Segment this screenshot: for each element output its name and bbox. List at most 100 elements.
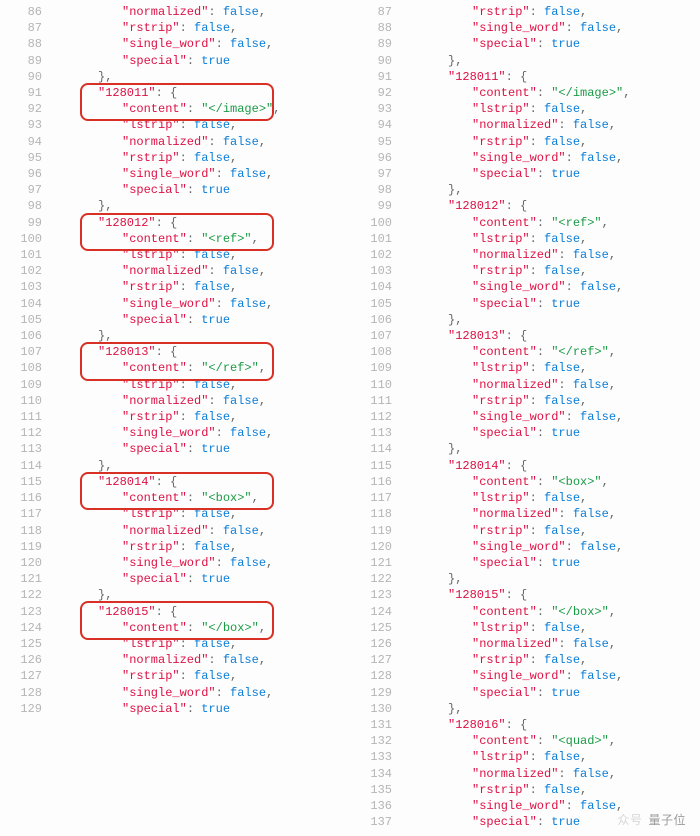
code-line: 119"rstrip": false, — [350, 523, 700, 539]
code-content: "single_word": false, — [402, 409, 623, 425]
code-line: 116"content": "<box>", — [350, 474, 700, 490]
code-line: 94"normalized": false, — [350, 117, 700, 133]
code-line: 129"special": true — [350, 685, 700, 701]
code-line: 87"rstrip": false, — [350, 4, 700, 20]
line-number: 108 — [350, 344, 402, 360]
code-content: "content": "</ref>", — [402, 344, 616, 360]
code-content: "rstrip": false, — [402, 134, 587, 150]
line-number: 106 — [0, 328, 52, 344]
line-number: 118 — [0, 523, 52, 539]
code-line: 91"128011": { — [0, 85, 350, 101]
code-content: }, — [52, 198, 112, 214]
code-content: "128014": { — [52, 474, 177, 490]
code-line: 120"single_word": false, — [0, 555, 350, 571]
code-content: "rstrip": false, — [52, 409, 237, 425]
code-line: 122}, — [0, 587, 350, 603]
code-line: 97"special": true — [0, 182, 350, 198]
code-line: 113"special": true — [350, 425, 700, 441]
code-line: 99"128012": { — [350, 198, 700, 214]
line-number: 115 — [0, 474, 52, 490]
code-content: }, — [402, 441, 462, 457]
code-content: "normalized": false, — [402, 506, 616, 522]
code-line: 135"rstrip": false, — [350, 782, 700, 798]
line-number: 128 — [0, 685, 52, 701]
code-line: 117"lstrip": false, — [0, 506, 350, 522]
code-line: 111"rstrip": false, — [350, 393, 700, 409]
line-number: 104 — [0, 296, 52, 312]
line-number: 117 — [0, 506, 52, 522]
line-number: 120 — [350, 539, 402, 555]
line-number: 109 — [350, 360, 402, 376]
watermark-name: 量子位 — [648, 812, 686, 828]
code-line: 128"single_word": false, — [0, 685, 350, 701]
code-line: 102"normalized": false, — [0, 263, 350, 279]
code-line: 117"lstrip": false, — [350, 490, 700, 506]
line-number: 124 — [0, 620, 52, 636]
code-line: 96"single_word": false, — [350, 150, 700, 166]
line-number: 96 — [0, 166, 52, 182]
code-content: "special": true — [402, 296, 580, 312]
code-content: "special": true — [52, 312, 230, 328]
code-line: 131"128016": { — [350, 717, 700, 733]
line-number: 105 — [350, 296, 402, 312]
code-content: "normalized": false, — [52, 134, 266, 150]
code-content: "special": true — [402, 685, 580, 701]
line-number: 106 — [350, 312, 402, 328]
code-content: }, — [402, 312, 462, 328]
line-number: 103 — [350, 263, 402, 279]
code-line: 106}, — [350, 312, 700, 328]
code-content: "normalized": false, — [402, 247, 616, 263]
line-number: 94 — [0, 134, 52, 150]
line-number: 126 — [350, 636, 402, 652]
code-line: 123"128015": { — [350, 587, 700, 603]
code-line: 126"normalized": false, — [0, 652, 350, 668]
code-content: "128012": { — [402, 198, 527, 214]
code-line: 124"content": "</box>", — [0, 620, 350, 636]
code-content: }, — [52, 458, 112, 474]
code-content: }, — [52, 587, 112, 603]
code-line: 103"rstrip": false, — [0, 279, 350, 295]
line-number: 112 — [350, 409, 402, 425]
code-content: "lstrip": false, — [52, 636, 237, 652]
line-number: 88 — [350, 20, 402, 36]
line-number: 132 — [350, 733, 402, 749]
line-number: 110 — [0, 393, 52, 409]
code-content: "rstrip": false, — [52, 668, 237, 684]
line-number: 102 — [350, 247, 402, 263]
code-line: 105"special": true — [350, 296, 700, 312]
watermark-prefix: 众号 — [617, 812, 642, 828]
line-number: 116 — [0, 490, 52, 506]
line-number: 86 — [0, 4, 52, 20]
code-content: "lstrip": false, — [402, 490, 587, 506]
code-content: "lstrip": false, — [402, 231, 587, 247]
code-line: 101"lstrip": false, — [350, 231, 700, 247]
code-content: "content": "</box>", — [52, 620, 266, 636]
code-content: "normalized": false, — [52, 523, 266, 539]
line-number: 88 — [0, 36, 52, 52]
line-number: 128 — [350, 668, 402, 684]
line-number: 98 — [0, 198, 52, 214]
code-content: "single_word": false, — [402, 150, 623, 166]
line-number: 123 — [0, 604, 52, 620]
code-content: "normalized": false, — [52, 652, 266, 668]
line-number: 127 — [350, 652, 402, 668]
code-content: "normalized": false, — [402, 636, 616, 652]
line-number: 87 — [350, 4, 402, 20]
code-content: "special": true — [52, 701, 230, 717]
line-number: 130 — [350, 701, 402, 717]
code-content: "special": true — [52, 571, 230, 587]
line-number: 122 — [350, 571, 402, 587]
code-content: "single_word": false, — [402, 20, 623, 36]
code-content: "special": true — [52, 53, 230, 69]
line-number: 119 — [0, 539, 52, 555]
code-content: "rstrip": false, — [402, 263, 587, 279]
code-content: "128012": { — [52, 215, 177, 231]
code-content: }, — [402, 182, 462, 198]
line-number: 136 — [350, 798, 402, 814]
code-content: "special": true — [402, 166, 580, 182]
line-number: 110 — [350, 377, 402, 393]
code-content: "content": "</box>", — [402, 604, 616, 620]
code-line: 125"lstrip": false, — [0, 636, 350, 652]
line-number: 115 — [350, 458, 402, 474]
code-content: "single_word": false, — [52, 296, 273, 312]
